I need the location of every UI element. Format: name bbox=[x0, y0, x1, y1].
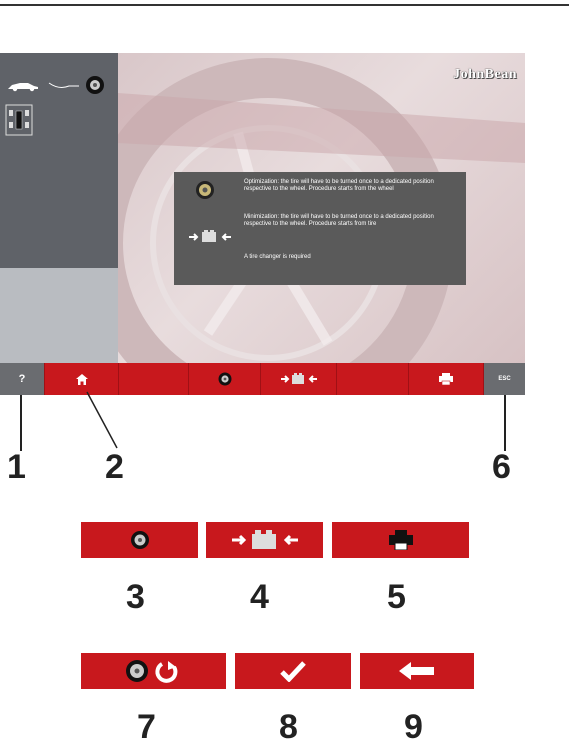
sidebar bbox=[0, 53, 118, 363]
callout-line-1 bbox=[20, 395, 22, 451]
minimization-arrows-icon bbox=[189, 230, 231, 242]
top-rule bbox=[0, 4, 569, 6]
callout-number-3: 3 bbox=[126, 578, 145, 616]
esc-button[interactable]: ESC bbox=[484, 363, 525, 395]
wheel-icon bbox=[86, 76, 104, 94]
empty-toolbar-slot-1 bbox=[119, 363, 189, 395]
callout-number-5: 5 bbox=[387, 578, 406, 616]
help-button[interactable]: ? bbox=[0, 363, 45, 395]
callout-number-7: 7 bbox=[137, 708, 156, 746]
brand-logo: JohnBean bbox=[453, 67, 517, 82]
minimization-arrows-icon bbox=[280, 373, 317, 384]
info-dialog: Optimization: the tire will have to be t… bbox=[174, 172, 466, 285]
print-button[interactable] bbox=[409, 363, 484, 395]
bottom-toolbar: ? ESC bbox=[0, 363, 525, 395]
legend-rotate-wheel-button bbox=[81, 653, 226, 689]
optimization-text: Optimization: the tire will have to be t… bbox=[244, 179, 434, 192]
callout-line-2 bbox=[86, 391, 118, 449]
minimization-arrows-icon bbox=[231, 530, 298, 549]
car-icon bbox=[8, 83, 38, 92]
check-icon bbox=[280, 661, 306, 682]
wheel-icon bbox=[130, 531, 149, 549]
legend-optimization-button bbox=[81, 522, 198, 558]
tire-changer-text: A tire changer is required bbox=[244, 254, 311, 260]
minimization-text: Minimization: the tire will have to be t… bbox=[244, 214, 434, 227]
callout-number-8: 8 bbox=[279, 708, 298, 746]
minimization-button[interactable] bbox=[261, 363, 337, 395]
back-arrow-icon bbox=[399, 662, 434, 680]
legend-confirm-button bbox=[235, 653, 351, 689]
empty-toolbar-slot-2 bbox=[337, 363, 409, 395]
optimization-button[interactable] bbox=[189, 363, 261, 395]
legend-print-button bbox=[332, 522, 469, 558]
legend-minimization-button bbox=[206, 522, 323, 558]
sidebar-lower-panel bbox=[0, 268, 118, 363]
printer-icon bbox=[439, 373, 453, 385]
callout-number-4: 4 bbox=[250, 578, 269, 616]
wheel-rotate-icon bbox=[125, 660, 177, 683]
balancer-screen: JohnBean Optimization: the tire will hav… bbox=[0, 53, 525, 395]
optimization-wheel-icon bbox=[196, 181, 214, 199]
wheel-icon bbox=[218, 372, 231, 386]
callout-number-9: 9 bbox=[404, 708, 423, 746]
home-icon bbox=[75, 373, 88, 385]
callout-number-1: 1 bbox=[7, 448, 26, 486]
callout-number-6: 6 bbox=[492, 448, 511, 486]
callout-line-6 bbox=[504, 395, 506, 451]
legend-back-button bbox=[360, 653, 474, 689]
tyre-footprint-icon bbox=[5, 104, 33, 136]
balance-connector-icon bbox=[48, 82, 79, 88]
printer-icon bbox=[388, 530, 413, 550]
callout-number-2: 2 bbox=[105, 448, 124, 486]
